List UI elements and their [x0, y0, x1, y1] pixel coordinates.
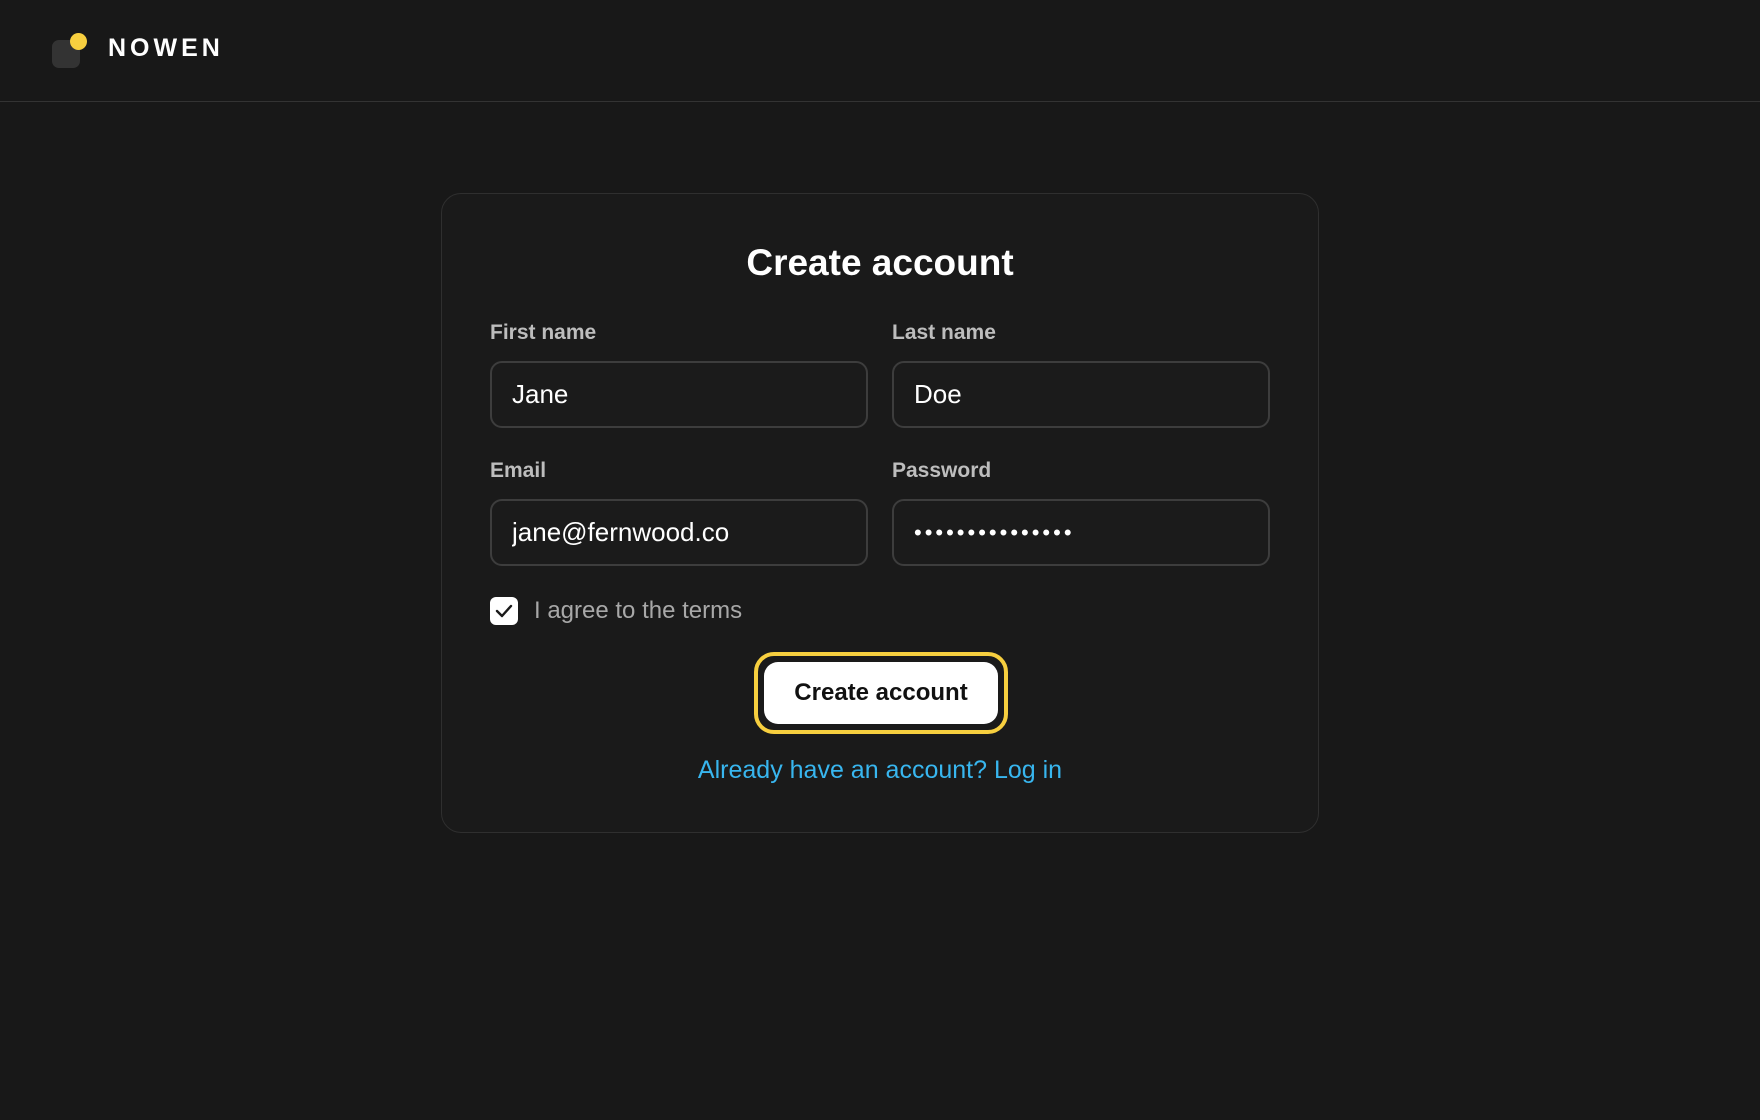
last-name-input[interactable]	[892, 361, 1270, 428]
logo-icon	[52, 33, 87, 68]
first-name-input[interactable]	[490, 361, 868, 428]
logo-dot	[70, 33, 87, 50]
email-label: Email	[490, 459, 547, 482]
password-input[interactable]	[892, 499, 1270, 566]
login-link[interactable]: Already have an account? Log in	[442, 756, 1318, 785]
create-account-card: Create account First name Last name Emai…	[441, 193, 1319, 833]
brand-name: NOWEN	[108, 34, 224, 62]
password-label: Password	[892, 459, 992, 482]
top-bar: NOWEN	[0, 0, 1760, 102]
first-name-label: First name	[490, 321, 597, 344]
terms-checkbox[interactable]	[490, 597, 518, 625]
page-title: Create account	[746, 242, 1014, 283]
last-name-label: Last name	[892, 321, 996, 344]
create-account-button[interactable]: Create account	[764, 662, 998, 724]
email-input[interactable]	[490, 499, 868, 566]
terms-label: I agree to the terms	[534, 597, 743, 624]
checkmark-icon	[495, 604, 513, 618]
submit-focus-ring: Create account	[754, 652, 1008, 734]
